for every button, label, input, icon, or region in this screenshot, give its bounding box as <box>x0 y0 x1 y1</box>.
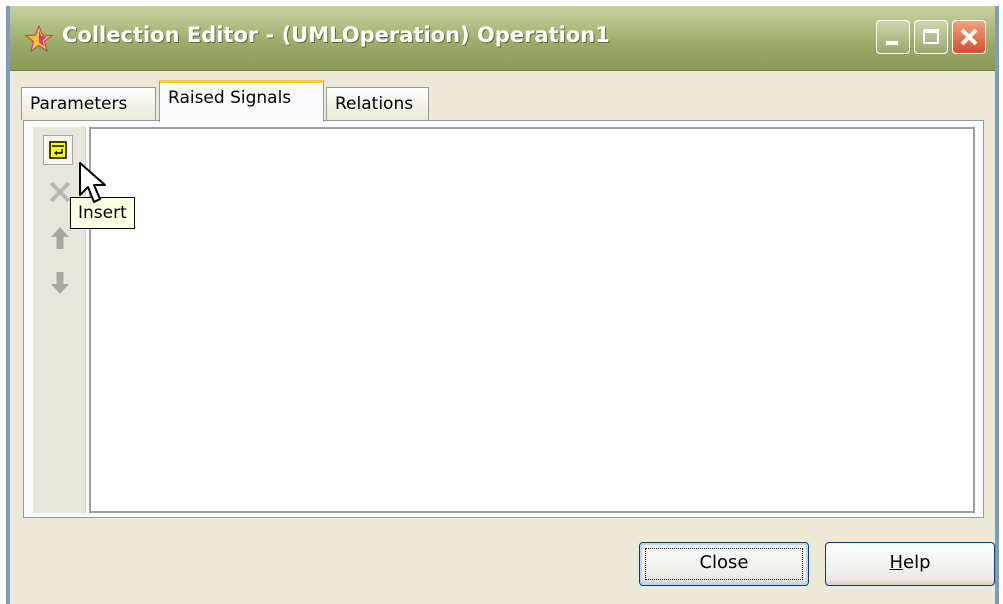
mouse-cursor-icon <box>79 162 106 203</box>
minimize-button[interactable] <box>876 20 910 54</box>
move-down-icon[interactable] <box>45 268 75 298</box>
raised-signals-panel <box>23 120 984 518</box>
maximize-icon <box>923 29 939 44</box>
close-button[interactable]: Close <box>639 542 809 586</box>
focus-ring <box>645 548 803 580</box>
maximize-button[interactable] <box>914 20 948 54</box>
collection-editor-window: Collection Editor - (UMLOperation) Opera… <box>6 6 999 604</box>
window-title: Collection Editor - (UMLOperation) Opera… <box>62 23 610 47</box>
tab-raised-signals[interactable]: Raised Signals <box>159 80 324 122</box>
help-button[interactable]: Help <box>825 542 995 586</box>
raised-signals-list[interactable] <box>89 127 975 513</box>
tab-relations[interactable]: Relations <box>326 87 429 120</box>
tab-parameters[interactable]: Parameters <box>21 87 156 120</box>
title-bar[interactable]: Collection Editor - (UMLOperation) Opera… <box>10 6 995 71</box>
close-icon <box>960 28 978 46</box>
tab-bar: Parameters Raised Signals Relations <box>10 70 995 122</box>
insert-icon <box>49 141 67 159</box>
insert-button[interactable] <box>43 135 73 165</box>
minimize-icon <box>886 41 898 45</box>
close-window-button[interactable] <box>952 20 986 54</box>
star-icon <box>24 24 54 53</box>
help-button-accelerator: H <box>889 552 904 573</box>
help-button-label-rest: elp <box>903 552 931 573</box>
